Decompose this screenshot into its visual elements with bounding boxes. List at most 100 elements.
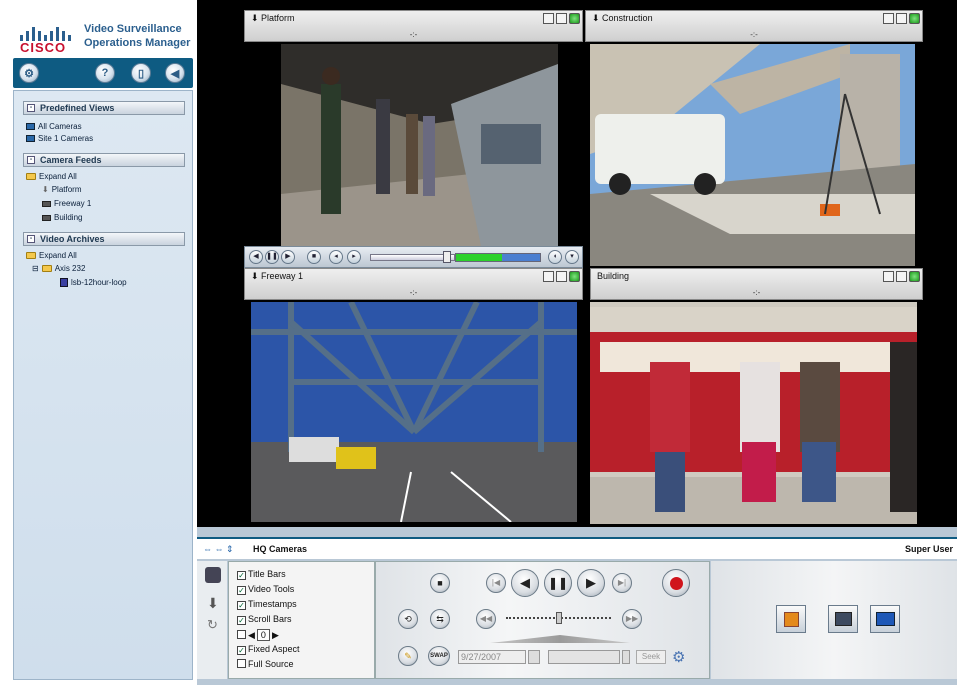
monitor-icon[interactable] [870, 605, 900, 633]
snapshot-icon[interactable] [883, 271, 894, 282]
status-icon[interactable] [909, 13, 920, 24]
app-title-line2: Operations Manager [84, 37, 191, 49]
camera-timestamp: -:- [409, 30, 418, 39]
document-icon[interactable]: ▯ [131, 63, 151, 83]
tree-item-site1-cameras[interactable]: Site 1 Cameras [26, 133, 93, 144]
logout-icon[interactable]: ◀ [165, 63, 185, 83]
menu-down-icon[interactable]: ▾ [565, 250, 579, 264]
seek-handle[interactable] [443, 251, 451, 263]
tree-item-expand-all[interactable]: Expand All [26, 171, 77, 182]
gear-icon[interactable]: ⚙ [672, 648, 685, 666]
option-fixed-aspect[interactable]: ✓ Fixed Aspect [237, 644, 300, 655]
stepper-value[interactable]: 0 [256, 629, 270, 641]
option-full-source[interactable]: Full Source [237, 659, 294, 669]
sync-icon[interactable]: ⇆ [430, 609, 450, 629]
option-timestamps[interactable]: ✓ Timestamps [237, 599, 297, 610]
volume-icon[interactable]: ◖ [548, 250, 562, 264]
snapshot-icon[interactable] [543, 271, 554, 282]
pause-button[interactable]: ❚❚ [544, 569, 572, 597]
checkbox[interactable] [237, 659, 246, 668]
play-button[interactable]: ▶ [281, 250, 295, 264]
loop-icon[interactable]: ⟲ [398, 609, 418, 629]
tree-label: Axis 232 [54, 264, 86, 273]
zoom-icon[interactable] [896, 271, 907, 282]
step-back-button[interactable]: |◀ [486, 573, 506, 593]
settings-gear-icon[interactable]: ⚙ [19, 63, 39, 83]
time-spinner-icon[interactable] [622, 650, 630, 664]
layout-tools [711, 561, 957, 679]
play-button[interactable]: ▶ [577, 569, 605, 597]
step-forward-button[interactable]: ▸ [347, 250, 361, 264]
expand-toggle-icon[interactable]: ⊟ [32, 263, 39, 274]
rewind-button[interactable]: ◀ [511, 569, 539, 597]
video-feed-construction[interactable] [590, 44, 915, 266]
step-back-button[interactable]: ◂ [329, 250, 343, 264]
fast-rewind-button[interactable]: ◀◀ [476, 609, 496, 629]
bookmark-icon[interactable]: ✎ [398, 646, 418, 666]
option-stepper[interactable]: ◀ 0 ▶ [237, 629, 279, 641]
checkbox[interactable]: ✓ [237, 601, 246, 610]
checkbox[interactable] [237, 630, 246, 639]
section-video-archives[interactable]: - Video Archives [23, 232, 185, 246]
speed-handle[interactable] [556, 612, 562, 624]
refresh-icon[interactable]: ↻ [207, 617, 218, 633]
checkbox[interactable]: ✓ [237, 616, 246, 625]
camera-name: ⬇ Platform [251, 13, 295, 23]
status-icon[interactable] [909, 271, 920, 282]
decrement-icon[interactable]: ◀ [248, 630, 255, 640]
video-feed-freeway1[interactable] [251, 302, 577, 522]
checkbox[interactable]: ✓ [237, 571, 246, 580]
collapse-icon[interactable]: - [27, 156, 35, 164]
video-feed-platform[interactable] [281, 44, 558, 246]
camera-titlebar-building: Building -:- [590, 268, 923, 300]
status-icon[interactable] [569, 271, 580, 282]
calendar-icon[interactable] [528, 650, 540, 664]
time-field[interactable] [548, 650, 620, 664]
freeway-scene [251, 302, 577, 522]
stop-button[interactable]: ■ [307, 250, 321, 264]
camera-icon[interactable]: ⬇ [207, 595, 219, 612]
option-video-tools[interactable]: ✓ Video Tools [237, 584, 294, 595]
nav-arrows-icon[interactable]: ⇔ ⇔ ⇕ [203, 544, 234, 555]
swap-button[interactable]: SWAP [428, 646, 450, 666]
date-field[interactable]: 9/27/2007 [458, 650, 526, 664]
tree-item-platform[interactable]: ⬇ Platform [42, 184, 82, 195]
section-predefined-views[interactable]: - Predefined Views [23, 101, 185, 115]
fast-forward-button[interactable]: ▶▶ [622, 609, 642, 629]
help-icon[interactable]: ? [95, 63, 115, 83]
pause-button[interactable]: ❚❚ [265, 250, 279, 264]
camera-group-label: HQ Cameras [253, 544, 308, 554]
increment-icon[interactable]: ▶ [272, 630, 279, 640]
zoom-icon[interactable] [556, 13, 567, 24]
seek-button[interactable]: Seek [636, 650, 666, 664]
zoom-icon[interactable] [896, 13, 907, 24]
tree-item-all-cameras[interactable]: All Cameras [26, 121, 82, 132]
tree-item-expand-all-archives[interactable]: Expand All [26, 250, 77, 261]
layout-icon[interactable] [776, 605, 806, 633]
record-button[interactable] [662, 569, 690, 597]
collapse-icon[interactable]: - [27, 104, 35, 112]
section-camera-feeds[interactable]: - Camera Feeds [23, 153, 185, 167]
snapshot-icon[interactable] [883, 13, 894, 24]
tree-item-freeway1[interactable]: Freeway 1 [42, 198, 91, 209]
volume-level[interactable] [455, 253, 541, 262]
checkbox[interactable]: ✓ [237, 646, 246, 655]
step-forward-button[interactable]: ▶| [612, 573, 632, 593]
tree-label: Building [54, 213, 83, 222]
status-icon[interactable] [569, 13, 580, 24]
snapshot-icon[interactable] [543, 13, 554, 24]
collapse-icon[interactable]: - [27, 235, 35, 243]
stop-button[interactable]: ■ [430, 573, 450, 593]
option-scroll-bars[interactable]: ✓ Scroll Bars [237, 614, 292, 625]
zoom-icon[interactable] [556, 271, 567, 282]
camera-matrix-icon[interactable] [828, 605, 858, 633]
video-feed-building[interactable] [590, 302, 917, 524]
checkbox[interactable]: ✓ [237, 586, 246, 595]
tree-item-building[interactable]: Building [42, 212, 82, 223]
option-title-bars[interactable]: ✓ Title Bars [237, 569, 286, 580]
tree-item-axis232[interactable]: ⊟ Axis 232 [32, 263, 85, 274]
tree-label: lsb-12hour-loop [71, 278, 127, 287]
camera-group-icon[interactable] [205, 567, 221, 583]
tree-item-archive-loop[interactable]: lsb-12hour-loop [60, 277, 127, 288]
rewind-button[interactable]: ◀ [249, 250, 263, 264]
